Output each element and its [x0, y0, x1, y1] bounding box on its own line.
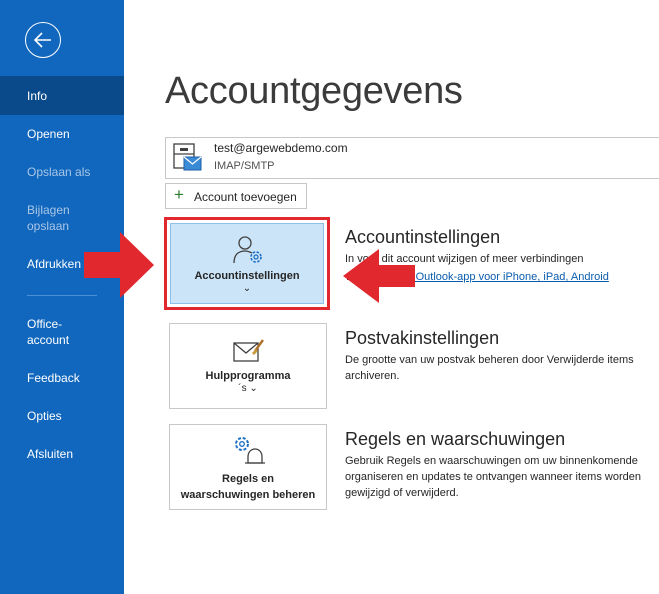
mailbox-tools-icon: [233, 339, 264, 362]
outlook-app-link[interactable]: ad de Outlook-app voor iPhone, iPad, And…: [385, 271, 609, 283]
account-selector[interactable]: test@argewebdemo.com IMAP/SMTP: [165, 137, 659, 179]
tools-tile-suffix-text: ´s: [238, 383, 247, 394]
chevron-down-icon: ⌄: [242, 283, 252, 294]
nav-print-label: Afdrukken: [27, 257, 82, 271]
person-gear-icon: [233, 236, 262, 264]
account-mailbox-icon: [173, 143, 202, 171]
nav-exit[interactable]: Afsluiten: [0, 446, 124, 462]
red-arrow-icon: [84, 232, 154, 298]
rules-desc-3: gewijzigd of verwijderd.: [345, 487, 459, 499]
account-settings-tile[interactable]: Accountinstellingen ⌄: [164, 217, 330, 310]
add-account-button[interactable]: + Account toevoegen: [165, 183, 307, 209]
nav-office-account[interactable]: Office-account: [0, 316, 82, 348]
rules-gear-bell-icon: [235, 437, 265, 464]
nav-save-as[interactable]: Opslaan als: [0, 164, 124, 180]
rules-tile-label-line1: Regels en: [222, 473, 274, 485]
nav-options-label: Opties: [27, 409, 62, 423]
nav-save-as-label: Opslaan als: [27, 165, 91, 179]
back-button[interactable]: [25, 22, 61, 58]
tools-tile-suffix: ´s ⌄: [238, 383, 258, 394]
rules-tile[interactable]: Regels en waarschuwingen beheren: [169, 424, 327, 510]
account-type: IMAP/SMTP: [214, 160, 275, 172]
account-settings-tile-face: Accountinstellingen ⌄: [170, 223, 324, 304]
rules-desc-2: organiseren en updates te ontvangen wann…: [345, 471, 641, 483]
tools-tile[interactable]: Hulpprogramma ´s ⌄: [169, 323, 327, 409]
mailbox-settings-desc-2: archiveren.: [345, 370, 400, 382]
account-settings-tile-label: Accountinstellingen: [194, 270, 300, 282]
back-arrow-icon: [33, 32, 51, 48]
nav-feedback[interactable]: Feedback: [0, 370, 124, 386]
rules-title: Regels en waarschuwingen: [345, 429, 566, 449]
page-title: Accountgegevens: [165, 70, 463, 112]
mailbox-settings-desc-1: De grootte van uw postvak beheren door V…: [345, 354, 634, 366]
account-settings-title: Accountinstellingen: [345, 227, 501, 247]
rules-desc-1: Gebruik Regels en waarschuwingen om uw b…: [345, 455, 638, 467]
red-arrow-icon: [343, 249, 415, 303]
mailbox-settings-title: Postvakinstellingen: [345, 328, 500, 348]
tools-tile-label: Hulpprogramma: [205, 370, 291, 382]
add-account-label: Account toevoegen: [194, 190, 297, 204]
nav-open[interactable]: Openen: [0, 126, 124, 142]
plus-icon: +: [174, 185, 184, 204]
nav-options[interactable]: Opties: [0, 408, 124, 424]
rules-tile-label-line2: waarschuwingen beheren: [180, 489, 316, 501]
nav-save-attachments[interactable]: Bijlagen opslaan: [0, 202, 80, 234]
nav-info-label: Info: [27, 89, 48, 103]
account-email: test@argewebdemo.com: [214, 141, 348, 155]
nav-save-attachments-label: Bijlagen opslaan: [27, 203, 70, 233]
nav-exit-label: Afsluiten: [27, 447, 74, 461]
nav-feedback-label: Feedback: [27, 371, 80, 385]
nav-open-label: Openen: [27, 127, 70, 141]
nav-office-account-label: Office-account: [27, 317, 70, 347]
nav-info[interactable]: Info: [0, 76, 124, 115]
